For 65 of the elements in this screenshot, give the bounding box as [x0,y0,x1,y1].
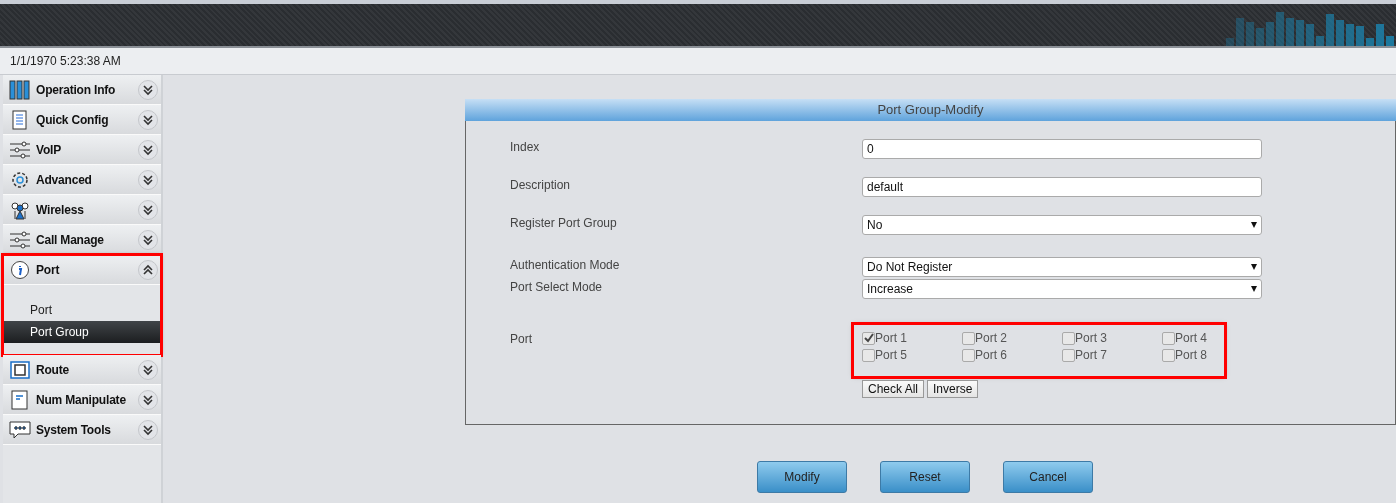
menu-item[interactable]: Num Manipulate [3,385,161,415]
notebook-icon [9,389,31,410]
menu-item[interactable]: Advanced [3,165,161,195]
field-label: Port Select Mode [510,279,604,294]
chat-icon [9,419,31,440]
datetime: 1/1/1970 5:23:38 AM [10,54,121,68]
input-field[interactable]: 0 [862,139,1262,159]
checkbox[interactable] [1062,348,1075,362]
chevron-icon [138,109,158,130]
checkbox-label: Port 3 [1075,331,1107,345]
checkbox-label: Port 8 [1175,348,1207,362]
chevron-icon [138,139,158,160]
chevron-icon [138,199,158,220]
action-button[interactable]: Reset [880,461,970,493]
chevron-icon [138,359,158,380]
checkbox-label: Port 7 [1075,348,1107,362]
input-field[interactable]: default [862,177,1262,197]
chevron-icon [138,229,158,250]
checkbox-label: Port 1 [875,331,907,345]
checkbox[interactable] [1162,331,1175,345]
field-label: Register Port Group [510,215,618,230]
checkbox[interactable] [862,348,875,362]
panel-title: Port Group-Modify [465,99,1396,121]
field-label: Port [510,331,533,346]
frame-icon [9,359,31,380]
menu-item[interactable]: Port [3,255,161,285]
checkbox[interactable] [862,331,875,345]
checkbox-label: Port 5 [875,348,907,362]
checkbox-label: Port 4 [1175,331,1207,345]
sliders-icon [9,139,31,160]
menu-item[interactable]: Wireless [3,195,161,225]
people-icon [9,199,31,220]
chevron-icon [138,79,158,100]
checkbox-label: Port 2 [975,331,1007,345]
info-icon [9,259,31,280]
menu-item[interactable]: Quick Config [3,105,161,135]
action-button[interactable]: Modify [757,461,847,493]
chevron-icon [138,389,158,410]
menu-item[interactable]: Route [3,355,161,385]
form-button[interactable]: Check All [862,380,925,398]
bars-icon [9,79,31,100]
sliders-icon [9,229,31,250]
field-label: Index [510,139,541,154]
submenu-item[interactable]: Port Group [3,321,161,343]
submenu-item[interactable]: Port [3,299,161,321]
field-label: Description [510,177,572,192]
form-button[interactable]: Inverse [927,380,979,398]
dropdown[interactable]: No [862,215,1262,235]
dropdown[interactable]: Do Not Register [862,257,1262,277]
menu-item[interactable]: Call Manage [3,225,161,255]
chevron-icon [138,419,158,440]
menu-item[interactable]: Operation Info [3,75,161,105]
checkbox[interactable] [962,348,975,362]
checkbox[interactable] [1162,348,1175,362]
checkbox-label: Port 6 [975,348,1007,362]
checkbox[interactable] [962,331,975,345]
chevron-icon [138,259,158,280]
dropdown[interactable]: Increase [862,279,1262,299]
action-button[interactable]: Cancel [1003,461,1093,493]
field-label: Authentication Mode [510,257,621,272]
gear-icon [9,169,31,190]
menu-item[interactable]: System Tools [3,415,161,445]
menu-item[interactable]: VoIP [3,135,161,165]
chevron-icon [138,169,158,190]
checkbox[interactable] [1062,331,1075,345]
